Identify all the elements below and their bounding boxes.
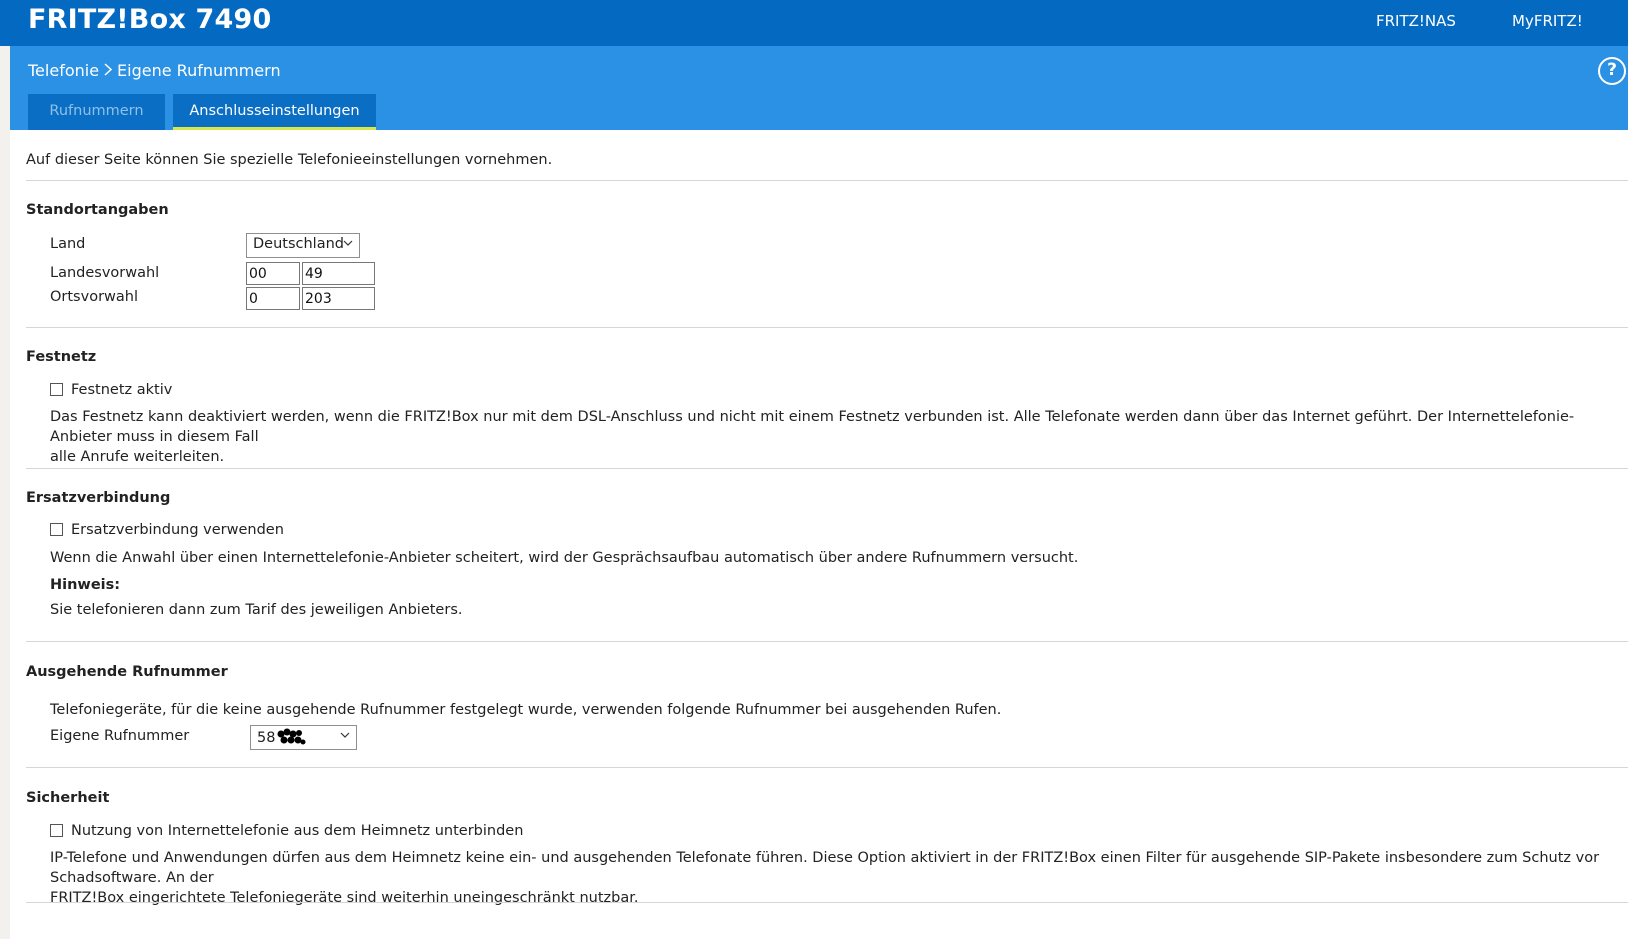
chevron-right-icon — [104, 61, 113, 80]
land-select-value: Deutschland — [253, 236, 344, 252]
festnetz-aktiv-checkbox[interactable]: Festnetz aktiv — [50, 382, 172, 398]
ortsvorwahl-input[interactable] — [302, 287, 375, 310]
brand-title: FRITZ!Box 7490 — [28, 4, 272, 35]
section-title-standort: Standortangaben — [26, 202, 169, 218]
checkbox-unchecked-icon — [50, 383, 63, 396]
intro-text: Auf dieser Seite können Sie spezielle Te… — [26, 152, 553, 168]
festnetz-description-line1: Das Festnetz kann deaktiviert werden, we… — [50, 409, 1575, 445]
hint-text: Sie telefonieren dann zum Tarif des jewe… — [50, 602, 463, 618]
checkbox-unchecked-icon — [50, 824, 63, 837]
divider — [26, 468, 1628, 469]
redaction-scribble-icon — [277, 728, 306, 745]
eigene-rufnummer-select[interactable]: 58 — [250, 725, 357, 750]
divider — [26, 767, 1628, 768]
tab-anschlusseinstellungen[interactable]: Anschlusseinstellungen — [173, 94, 376, 130]
eigene-rufnummer-value: 58 — [257, 730, 276, 746]
landesvorwahl-label: Landesvorwahl — [50, 265, 160, 281]
internettelefonie-unterbinden-label: Nutzung von Internettelefonie aus dem He… — [71, 823, 524, 839]
checkbox-unchecked-icon — [50, 523, 63, 536]
ortsvorwahl-prefix-input[interactable] — [246, 287, 300, 310]
sicherheit-description: IP-Telefone und Anwendungen dürfen aus d… — [50, 848, 1628, 908]
ortsvorwahl-label: Ortsvorwahl — [50, 289, 138, 305]
hint-title: Hinweis: — [50, 577, 121, 593]
land-label: Land — [50, 236, 86, 252]
top-bar: FRITZ!Box 7490 FRITZ!NAS MyFRITZ! — [0, 0, 1628, 46]
help-icon[interactable]: ? — [1598, 57, 1626, 85]
divider — [26, 641, 1628, 642]
sicherheit-description-line1: IP-Telefone und Anwendungen dürfen aus d… — [50, 850, 1600, 886]
tab-rufnummern[interactable]: Rufnummern — [28, 94, 165, 130]
main-content: Auf dieser Seite können Sie spezielle Te… — [10, 130, 1628, 939]
ausgehende-description: Telefoniegeräte, für die keine ausgehend… — [50, 702, 1002, 718]
fritz-nas-link[interactable]: FRITZ!NAS — [1376, 12, 1456, 30]
divider — [26, 327, 1628, 328]
landesvorwahl-input[interactable] — [302, 262, 375, 285]
sicherheit-description-line2: FRITZ!Box eingerichtete Telefoniegeräte … — [50, 890, 639, 906]
chevron-down-icon — [343, 236, 353, 253]
ersatzverbindung-checkbox[interactable]: Ersatzverbindung verwenden — [50, 522, 284, 538]
ersatzverbindung-label: Ersatzverbindung verwenden — [71, 522, 284, 538]
chevron-down-icon — [340, 728, 350, 745]
internettelefonie-unterbinden-checkbox[interactable]: Nutzung von Internettelefonie aus dem He… — [50, 823, 523, 839]
breadcrumb: Telefonie Eigene Rufnummern — [28, 61, 281, 80]
sub-header: Telefonie Eigene Rufnummern ? Rufnummern … — [10, 46, 1628, 130]
section-title-ausgehende-rufnummer: Ausgehende Rufnummer — [26, 664, 228, 680]
left-margin-strip — [0, 46, 10, 939]
land-select[interactable]: Deutschland — [246, 233, 360, 258]
divider — [26, 902, 1628, 903]
landesvorwahl-prefix-input[interactable] — [246, 262, 300, 285]
eigene-rufnummer-label: Eigene Rufnummer — [50, 728, 190, 744]
breadcrumb-telefonie[interactable]: Telefonie — [28, 61, 99, 80]
festnetz-description-line2: alle Anrufe weiterleiten. — [50, 449, 225, 465]
breadcrumb-eigene-rufnummern: Eigene Rufnummern — [117, 61, 281, 80]
myfritz-link[interactable]: MyFRITZ! — [1512, 12, 1583, 30]
ersatzverbindung-description: Wenn die Anwahl über einen Internettelef… — [50, 550, 1079, 566]
festnetz-description: Das Festnetz kann deaktiviert werden, we… — [50, 407, 1628, 467]
section-title-festnetz: Festnetz — [26, 349, 97, 365]
festnetz-aktiv-label: Festnetz aktiv — [71, 382, 173, 398]
section-title-sicherheit: Sicherheit — [26, 790, 110, 806]
section-title-ersatzverbindung: Ersatzverbindung — [26, 490, 171, 506]
divider — [26, 180, 1628, 181]
